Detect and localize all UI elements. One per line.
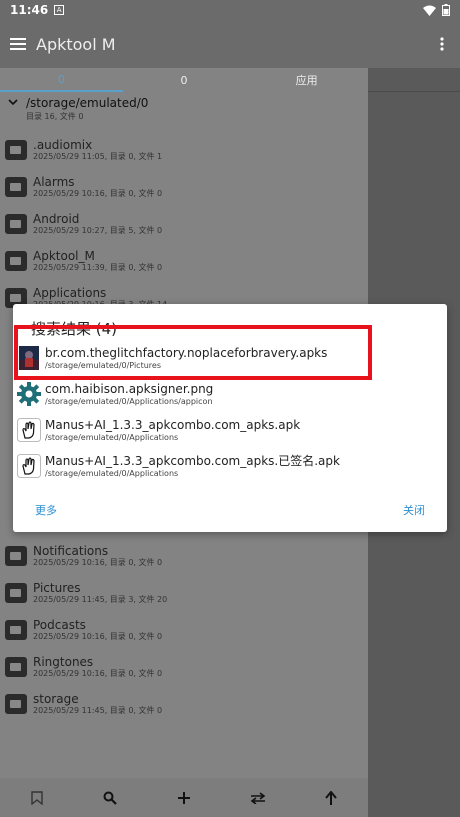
file-name: Ringtones: [33, 655, 94, 669]
list-item[interactable]: Ringtones 2025/05/29 10:16, 目录 0, 文件 0: [0, 649, 368, 685]
folder-icon: [5, 251, 27, 271]
divider: [368, 91, 460, 92]
file-meta: 2025/05/29 10:16, 目录 0, 文件 0: [33, 558, 163, 567]
wifi-icon: [423, 5, 436, 16]
result-name: com.haibison.apksigner.png: [45, 381, 214, 396]
plus-icon: [177, 791, 190, 804]
arrow-up-icon: [325, 790, 337, 805]
folder-icon: [5, 694, 27, 714]
file-meta: 2025/05/29 11:45, 目录 3, 文件 20: [33, 595, 168, 604]
result-path: /storage/emulated/0/Applications/appicon: [45, 396, 213, 406]
close-button[interactable]: 关闭: [403, 502, 425, 518]
file-name: Alarms: [33, 175, 75, 189]
folder-icon: [5, 546, 27, 566]
hand-icon: [17, 454, 41, 478]
result-item[interactable]: Manus+AI_1.3.3_apkcombo.com_apks.apk/sto…: [17, 412, 443, 448]
result-name: Manus+AI_1.3.3_apkcombo.com_apks.已签名.apk: [45, 453, 340, 468]
search-button[interactable]: [95, 783, 125, 813]
result-path: /storage/emulated/0/Applications: [45, 432, 179, 442]
result-item[interactable]: Manus+AI_1.3.3_apkcombo.com_apks.已签名.apk…: [17, 448, 443, 484]
path-header[interactable]: /storage/emulated/0 目录 16, 文件 0: [0, 92, 368, 124]
file-name: .audiomix: [33, 138, 93, 152]
menu-button[interactable]: [0, 20, 36, 68]
current-path: /storage/emulated/0: [26, 96, 149, 110]
file-meta: 2025/05/29 10:27, 目录 5, 文件 0: [33, 226, 163, 235]
file-meta: 2025/05/29 10:16, 目录 0, 文件 0: [33, 669, 163, 678]
folder-icon: [5, 214, 27, 234]
bookmark-icon: [31, 790, 43, 805]
hamburger-icon: [10, 38, 26, 50]
path-summary: 目录 16, 文件 0: [26, 112, 84, 121]
file-name: Pictures: [33, 581, 81, 595]
status-time: 11:46: [10, 3, 49, 17]
tab-apps[interactable]: 应用: [245, 68, 368, 92]
overflow-menu-button[interactable]: [424, 20, 460, 68]
result-item[interactable]: com.haibison.apksigner.png/storage/emula…: [17, 376, 443, 412]
search-icon: [103, 791, 118, 805]
tab-second[interactable]: 0: [123, 68, 246, 92]
list-item[interactable]: storage 2025/05/29 11:45, 目录 0, 文件 0: [0, 686, 368, 722]
file-name: Podcasts: [33, 618, 86, 632]
swap-arrows-icon: [250, 791, 265, 804]
gear-icon: [17, 382, 41, 406]
result-name: Manus+AI_1.3.3_apkcombo.com_apks.apk: [45, 417, 301, 432]
notification-a-icon: A: [54, 5, 65, 15]
app-title: Apktool M: [36, 34, 116, 54]
file-name: Android: [33, 212, 80, 226]
status-icons: [423, 4, 450, 16]
swap-button[interactable]: [243, 783, 273, 813]
bookmark-button[interactable]: [22, 783, 52, 813]
file-meta: 2025/05/29 11:45, 目录 0, 文件 0: [33, 706, 163, 715]
highlight-box: [14, 325, 372, 380]
file-name: Apktool_M: [33, 249, 95, 263]
file-name: Notifications: [33, 544, 109, 558]
list-item[interactable]: Podcasts 2025/05/29 10:16, 目录 0, 文件 0: [0, 612, 368, 648]
list-item[interactable]: Android 2025/05/29 10:27, 目录 5, 文件 0: [0, 206, 368, 242]
file-meta: 2025/05/29 10:16, 目录 0, 文件 0: [33, 632, 163, 641]
up-button[interactable]: [316, 783, 346, 813]
result-path: /storage/emulated/0/Applications: [45, 468, 179, 478]
list-item[interactable]: Notifications 2025/05/29 10:16, 目录 0, 文件 …: [0, 538, 368, 574]
folder-icon: [5, 177, 27, 197]
app-bar: Apktool M: [0, 20, 460, 68]
file-meta: 2025/05/29 11:05, 目录 0, 文件 1: [33, 152, 163, 161]
file-meta: 2025/05/29 10:16, 目录 0, 文件 0: [33, 189, 163, 198]
hand-icon: [17, 418, 41, 442]
more-button[interactable]: 更多: [35, 502, 57, 518]
folder-icon: [5, 620, 27, 640]
folder-icon: [5, 657, 27, 677]
add-button[interactable]: [169, 783, 199, 813]
list-item[interactable]: Apktool_M 2025/05/29 11:39, 目录 0, 文件 0: [0, 243, 368, 279]
battery-icon: [442, 4, 450, 16]
more-vert-icon: [440, 37, 444, 51]
folder-icon: [5, 583, 27, 603]
chevron-down-icon: [8, 99, 18, 106]
list-item[interactable]: Pictures 2025/05/29 11:45, 目录 3, 文件 20: [0, 575, 368, 611]
folder-icon: [5, 140, 27, 160]
file-name: Applications: [33, 286, 107, 300]
list-item[interactable]: .audiomix 2025/05/29 11:05, 目录 0, 文件 1: [0, 132, 368, 168]
list-item[interactable]: Alarms 2025/05/29 10:16, 目录 0, 文件 0: [0, 169, 368, 205]
tab-bar: 0 0 应用: [0, 68, 368, 92]
file-meta: 2025/05/29 11:39, 目录 0, 文件 0: [33, 263, 163, 272]
tab-first[interactable]: 0: [0, 68, 123, 92]
file-name: storage: [33, 692, 79, 706]
bottom-toolbar: [0, 778, 368, 817]
status-bar: 11:46 A: [0, 0, 460, 20]
